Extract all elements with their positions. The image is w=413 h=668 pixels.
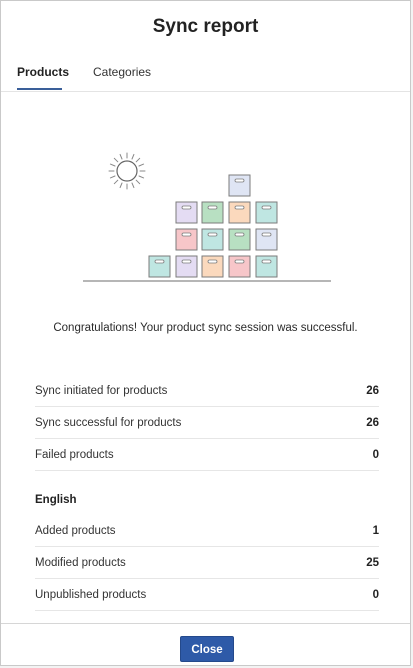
box-icon bbox=[255, 255, 278, 278]
sync-illustration bbox=[83, 152, 331, 282]
stat-value: 26 bbox=[366, 417, 379, 429]
stat-value: 25 bbox=[366, 557, 379, 569]
stat-row-added: Added products 1 bbox=[35, 516, 379, 547]
stat-value: 1 bbox=[372, 525, 379, 537]
box-icon bbox=[228, 228, 251, 251]
stat-value: 0 bbox=[372, 589, 379, 601]
stat-row-failed: Failed products 0 bbox=[35, 440, 379, 471]
stat-row-modified: Modified products 25 bbox=[35, 548, 379, 579]
stat-label: Sync initiated for products bbox=[35, 385, 168, 397]
box-icon bbox=[228, 174, 251, 197]
box-icon bbox=[201, 201, 224, 224]
stat-row-sync-initiated: Sync initiated for products 26 bbox=[35, 376, 379, 407]
box-icon bbox=[228, 255, 251, 278]
box-icon bbox=[255, 201, 278, 224]
stat-value: 0 bbox=[372, 449, 379, 461]
language-heading: English bbox=[35, 494, 77, 506]
stat-row-sync-successful: Sync successful for products 26 bbox=[35, 408, 379, 439]
stat-row-unpublished: Unpublished products 0 bbox=[35, 580, 379, 611]
stat-label: Failed products bbox=[35, 449, 114, 461]
sync-report-dialog: Sync report Products Categories Congratu… bbox=[0, 0, 411, 666]
box-icon bbox=[175, 255, 198, 278]
box-icon bbox=[148, 255, 171, 278]
close-button[interactable]: Close bbox=[180, 636, 234, 662]
stacked-boxes-icon bbox=[148, 174, 278, 278]
box-icon bbox=[175, 228, 198, 251]
box-icon bbox=[228, 201, 251, 224]
box-icon bbox=[255, 228, 278, 251]
stat-value: 26 bbox=[366, 385, 379, 397]
success-message: Congratulations! Your product sync sessi… bbox=[53, 322, 358, 334]
stat-label: Modified products bbox=[35, 557, 126, 569]
box-icon bbox=[175, 201, 198, 224]
sun-icon bbox=[108, 152, 146, 190]
stat-label: Added products bbox=[35, 525, 116, 537]
box-icon bbox=[201, 255, 224, 278]
dialog-footer: Close bbox=[1, 623, 410, 665]
stat-label: Unpublished products bbox=[35, 589, 147, 601]
box-icon bbox=[201, 228, 224, 251]
stat-label: Sync successful for products bbox=[35, 417, 182, 429]
